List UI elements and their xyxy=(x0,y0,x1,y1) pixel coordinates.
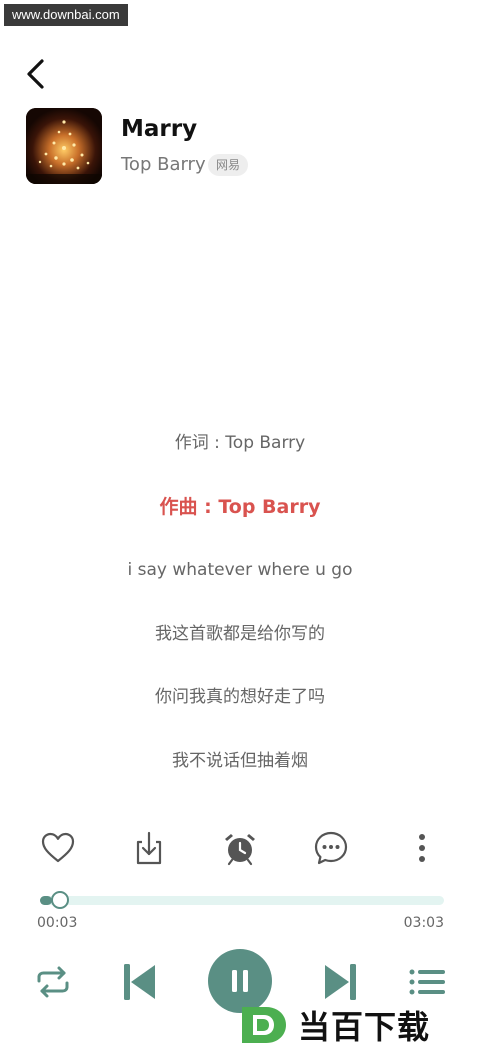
brand-logo xyxy=(242,1007,286,1043)
album-art-image xyxy=(26,108,102,184)
progress-track[interactable] xyxy=(40,896,444,905)
album-cover[interactable] xyxy=(26,108,102,184)
alarm-icon xyxy=(225,834,255,866)
heart-icon xyxy=(41,832,75,863)
more-icon xyxy=(419,834,425,862)
comments-button[interactable] xyxy=(307,822,355,874)
playlist-button[interactable] xyxy=(404,962,450,1002)
brand-text: 当百下载 xyxy=(298,1008,431,1046)
lyric-line-active: 作曲 : Top Barry xyxy=(159,495,321,518)
total-duration: 03:03 xyxy=(403,915,444,931)
more-button[interactable] xyxy=(398,822,446,874)
source-badge: 网易 xyxy=(208,154,249,176)
next-icon xyxy=(325,964,356,1000)
elapsed-time: 00:03 xyxy=(37,915,78,931)
action-bar xyxy=(0,822,480,874)
next-button[interactable] xyxy=(318,958,364,1006)
previous-button[interactable] xyxy=(116,958,162,1006)
artist-name[interactable]: Top Barry xyxy=(121,154,206,175)
lyric-line: 我不说话但抽着烟 xyxy=(172,750,308,771)
playlist-icon xyxy=(409,969,445,995)
lyric-line: 你问我真的想好走了吗 xyxy=(155,687,325,707)
download-icon xyxy=(136,831,162,865)
lyric-line: 我这首歌都是给你写的 xyxy=(155,623,325,644)
repeat-button[interactable] xyxy=(30,962,76,1002)
lyric-line: i say whatever where u go xyxy=(127,560,353,580)
brand-watermark: 当百下载 xyxy=(236,1000,430,1050)
song-title: Marry xyxy=(121,116,198,142)
chevron-left-icon xyxy=(27,59,44,89)
previous-icon xyxy=(124,964,155,1000)
back-button[interactable] xyxy=(20,56,56,92)
like-button[interactable] xyxy=(34,822,82,874)
progress-thumb[interactable] xyxy=(51,891,70,909)
sleep-timer-button[interactable] xyxy=(216,822,264,874)
comment-icon xyxy=(314,831,348,865)
lyrics-panel[interactable]: 作词 : Top Barry 作曲 : Top Barry i say what… xyxy=(0,426,480,807)
pause-icon xyxy=(232,970,248,992)
watermark: www.downbai.com xyxy=(4,4,128,26)
download-button[interactable] xyxy=(125,822,173,874)
lyric-line: 作词 : Top Barry xyxy=(174,433,306,453)
repeat-icon xyxy=(37,966,69,998)
